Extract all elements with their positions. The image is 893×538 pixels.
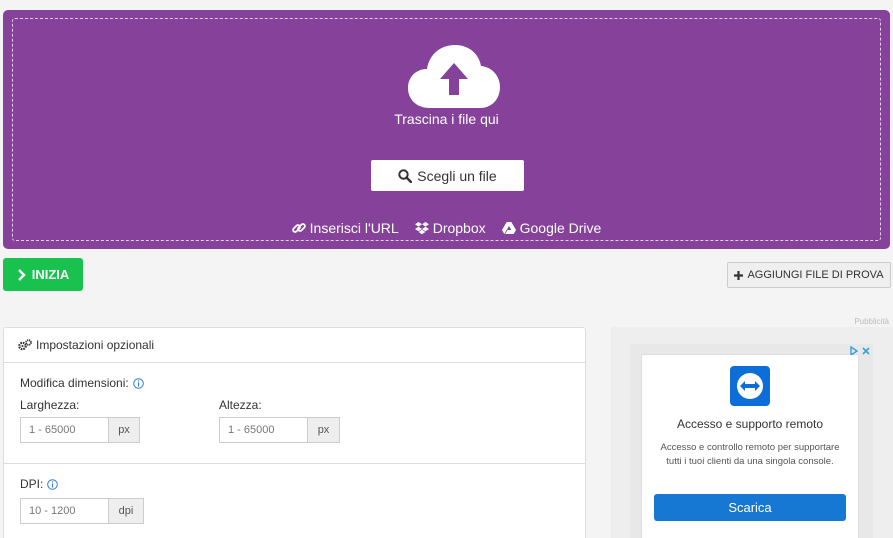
link-icon <box>291 223 306 233</box>
ad-frame: Accesso e supporto remoto Accesso e cont… <box>630 344 873 538</box>
double-arrow-icon <box>737 373 763 399</box>
height-unit: px <box>307 417 340 443</box>
dpi-label-text: DPI: <box>20 477 44 491</box>
plus-icon <box>734 270 744 280</box>
dpi-unit: dpi <box>108 498 144 524</box>
height-input-group: px <box>219 417 340 443</box>
resize-label: Modifica dimensioni: <box>20 376 144 390</box>
width-input[interactable] <box>20 417 108 443</box>
add-sample-file-button[interactable]: AGGIUNGI FILE DI PROVA <box>727 262 891 288</box>
start-button[interactable]: INIZIA <box>3 258 83 291</box>
ad-description: Accesso e controllo remoto per supportar… <box>660 442 840 467</box>
drop-files-text: Trascina i file qui <box>394 111 499 127</box>
cloud-upload-icon <box>408 45 500 108</box>
insert-url-link[interactable]: Inserisci l'URL <box>291 220 399 236</box>
height-label: Altezza: <box>219 398 262 412</box>
upload-sources: Inserisci l'URL Dropbox Google Drive <box>13 220 880 236</box>
google-drive-label: Google Drive <box>519 220 602 236</box>
upload-dropzone[interactable]: Trascina i file qui Scegli un file Inser… <box>3 10 890 249</box>
dropbox-link[interactable]: Dropbox <box>414 220 486 236</box>
panel-title: Impostazioni opzionali <box>36 338 155 352</box>
dropbox-label: Dropbox <box>432 220 486 236</box>
dpi-label: DPI: <box>20 477 59 491</box>
advertisement: Accesso e supporto remoto Accesso e cont… <box>611 327 893 538</box>
dropzone-border: Trascina i file qui Scegli un file Inser… <box>12 18 881 241</box>
search-icon <box>398 168 413 183</box>
resize-label-text: Modifica dimensioni: <box>20 376 129 390</box>
close-icon <box>862 347 870 355</box>
width-label: Larghezza: <box>20 398 80 412</box>
optional-settings-panel: Impostazioni opzionali Modifica dimensio… <box>3 327 586 538</box>
choose-file-label: Scegli un file <box>417 167 497 184</box>
info-icon[interactable] <box>132 377 144 389</box>
teamviewer-logo <box>730 366 770 406</box>
choose-file-button[interactable]: Scegli un file <box>371 160 524 191</box>
width-input-group: px <box>20 417 140 443</box>
chevron-right-icon <box>17 268 26 281</box>
dpi-input-group: dpi <box>20 498 144 524</box>
advertisement-label: Pubblicità <box>854 317 889 326</box>
insert-url-label: Inserisci l'URL <box>309 220 399 236</box>
panel-header[interactable]: Impostazioni opzionali <box>4 328 585 363</box>
ad-card[interactable]: Accesso e supporto remoto Accesso e cont… <box>642 355 858 538</box>
info-icon[interactable] <box>47 478 59 490</box>
dpi-input[interactable] <box>20 498 108 524</box>
google-drive-icon <box>501 222 516 234</box>
width-unit: px <box>108 417 140 443</box>
ad-download-button[interactable]: Scarica <box>654 494 846 521</box>
google-drive-link[interactable]: Google Drive <box>501 220 602 236</box>
panel-divider <box>4 463 585 464</box>
gears-icon <box>18 339 32 351</box>
dropbox-icon <box>414 222 429 235</box>
start-label: INIZIA <box>31 267 70 282</box>
height-input[interactable] <box>219 417 307 443</box>
add-sample-label: AGGIUNGI FILE DI PROVA <box>747 269 884 281</box>
ad-title: Accesso e supporto remoto <box>676 417 824 431</box>
